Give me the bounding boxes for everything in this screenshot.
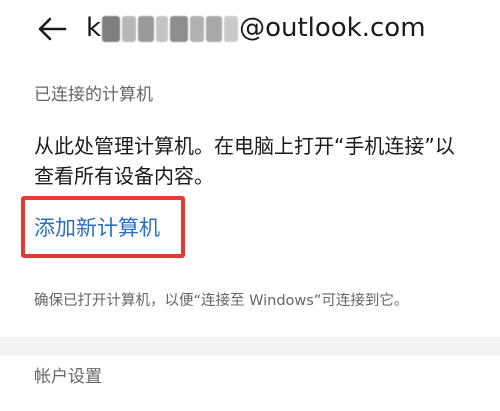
redacted-block — [190, 15, 205, 42]
redacted-block — [122, 15, 137, 42]
section-divider — [0, 337, 500, 355]
redacted-block — [102, 15, 121, 42]
redacted-block — [206, 15, 223, 42]
account-email: k @outlook.com — [86, 10, 426, 46]
email-prefix: k — [86, 13, 102, 43]
redacted-block — [170, 15, 189, 42]
back-button[interactable] — [32, 12, 72, 46]
arrow-left-icon — [38, 17, 67, 41]
manage-description: 从此处管理计算机。在电脑上打开“手机连接”以查看所有设备内容。 — [34, 134, 455, 188]
email-domain: @outlook.com — [239, 13, 426, 43]
connected-computers-header: 已连接的计算机 — [34, 85, 153, 105]
account-settings-header[interactable]: 帐户设置 — [34, 362, 102, 387]
connection-hint: 确保已打开计算机，以便“连接至 Windows”可连接到它。 — [34, 293, 409, 309]
header: k @outlook.com — [0, 0, 500, 60]
add-new-computer-link[interactable]: 添加新计算机 — [34, 212, 160, 242]
redacted-block — [224, 15, 239, 42]
redacted-block — [156, 15, 169, 42]
email-redacted — [101, 13, 239, 43]
redacted-block — [138, 15, 155, 42]
